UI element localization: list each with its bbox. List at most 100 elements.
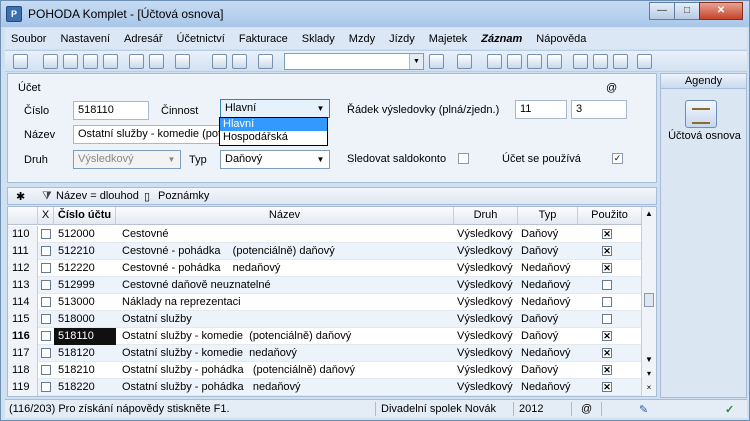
back-icon[interactable] <box>175 54 190 69</box>
cinnost-select[interactable]: Hlavní ▼ <box>220 99 330 118</box>
used-checkbox[interactable] <box>602 314 612 324</box>
scroll-thumb[interactable] <box>644 293 654 307</box>
druh-select[interactable]: Výsledkový ▼ <box>73 150 181 169</box>
row-checkbox[interactable] <box>41 246 51 256</box>
save-icon[interactable] <box>212 54 227 69</box>
email-icon[interactable]: @ <box>581 403 592 415</box>
email-icon[interactable]: @ <box>606 82 617 94</box>
new-record-icon[interactable] <box>129 54 144 69</box>
radek-full-field[interactable]: 11 <box>515 100 567 119</box>
row-checkbox[interactable] <box>41 263 51 273</box>
row-checkbox[interactable] <box>41 229 51 239</box>
vertical-scrollbar[interactable]: ▲ ▼ ▾ × <box>641 207 656 396</box>
menu-napoveda[interactable]: Nápověda <box>536 33 586 45</box>
save-all-icon[interactable] <box>232 54 247 69</box>
option-hospodarska[interactable]: Hospodářská <box>220 131 327 144</box>
used-checkbox[interactable] <box>602 297 612 307</box>
tab-all[interactable]: ✱ <box>16 190 25 203</box>
scroll-down-icon[interactable]: ▼ <box>642 355 656 364</box>
menu-sklady[interactable]: Sklady <box>302 33 335 45</box>
table-row[interactable]: 110 512000 Cestovné Výsledkový Daňový ✕ <box>8 226 642 243</box>
table-icon[interactable] <box>507 54 522 69</box>
menu-majetek[interactable]: Majetek <box>429 33 468 45</box>
pouziva-checkbox[interactable]: ✓ <box>612 153 623 164</box>
agendy-item-label[interactable]: Účtová osnova <box>661 130 748 142</box>
window-icon[interactable] <box>613 54 628 69</box>
column-header-typ[interactable]: Typ <box>518 207 578 225</box>
table-row-selected[interactable]: 116 518110 Ostatní služby - komedie (pot… <box>8 328 642 345</box>
used-checkbox[interactable]: ✕ <box>602 246 612 256</box>
row-checkbox[interactable] <box>41 365 51 375</box>
menu-zaznam[interactable]: Záznam <box>481 33 522 45</box>
scroll-end-icon[interactable]: × <box>642 383 656 392</box>
used-checkbox[interactable]: ✕ <box>602 331 612 341</box>
column-header-nazev[interactable]: Název <box>116 207 454 225</box>
used-checkbox[interactable]: ✕ <box>602 382 612 392</box>
nazev-field[interactable]: Ostatní služby - komedie (pote <box>73 125 221 144</box>
window-icon[interactable] <box>593 54 608 69</box>
chart-of-accounts-icon[interactable] <box>685 100 717 128</box>
option-hlavni[interactable]: Hlavní <box>220 118 327 131</box>
title-bar[interactable]: P POHODA Komplet - [Účtová osnova] — □ ✕ <box>1 1 749 27</box>
used-checkbox[interactable]: ✕ <box>602 229 612 239</box>
menu-jizdy[interactable]: Jízdy <box>389 33 415 45</box>
filter-icon[interactable] <box>429 54 444 69</box>
row-checkbox[interactable] <box>41 382 51 392</box>
scroll-up-icon[interactable]: ▲ <box>642 209 656 218</box>
table-row[interactable]: 112 512220 Cestovné - pohádka nedaňový V… <box>8 260 642 277</box>
used-checkbox[interactable]: ✕ <box>602 348 612 358</box>
cislo-field[interactable]: 518110 <box>73 101 149 120</box>
column-header-druh[interactable]: Druh <box>454 207 518 225</box>
column-header-x[interactable]: X <box>38 207 54 225</box>
menu-ucetnictvi[interactable]: Účetnictví <box>177 33 225 45</box>
toolbar-icon[interactable] <box>149 54 164 69</box>
close-button[interactable]: ✕ <box>699 2 743 20</box>
menu-nastaveni[interactable]: Nastavení <box>60 33 110 45</box>
calculator-icon[interactable] <box>547 54 562 69</box>
folder-icon[interactable] <box>457 54 472 69</box>
toolbar-icon[interactable] <box>13 54 28 69</box>
used-checkbox[interactable] <box>602 280 612 290</box>
minimize-button[interactable]: — <box>649 2 675 20</box>
typ-select[interactable]: Daňový ▼ <box>220 150 330 169</box>
table-row[interactable]: 115 518000 Ostatní služby Výsledkový Daň… <box>8 311 642 328</box>
table-row[interactable]: 111 512210 Cestovné - pohádka (potenciál… <box>8 243 642 260</box>
pen-icon[interactable]: ✎ <box>639 403 648 416</box>
table-row[interactable]: 113 512999 Cestovné daňově neuznatelné V… <box>8 277 642 294</box>
row-checkbox[interactable] <box>41 348 51 358</box>
row-checkbox[interactable] <box>41 331 51 341</box>
table-row[interactable]: 117 518120 Ostatní služby - komedie neda… <box>8 345 642 362</box>
page-down-icon[interactable]: ▾ <box>642 369 656 378</box>
table-icon[interactable] <box>527 54 542 69</box>
chevron-down-icon[interactable]: ▼ <box>409 54 423 69</box>
saldo-checkbox[interactable] <box>458 153 469 164</box>
print-icon[interactable] <box>63 54 78 69</box>
row-checkbox[interactable] <box>41 280 51 290</box>
column-header-pouzito[interactable]: Použito <box>578 207 642 225</box>
copy-icon[interactable] <box>258 54 273 69</box>
preview-icon[interactable] <box>83 54 98 69</box>
row-checkbox[interactable] <box>41 314 51 324</box>
menu-fakturace[interactable]: Fakturace <box>239 33 288 45</box>
table-row[interactable]: 118 518210 Ostatní služby - pohádka (pot… <box>8 362 642 379</box>
table-row[interactable]: 119 518220 Ostatní služby - pohádka neda… <box>8 379 642 396</box>
settings-icon[interactable] <box>637 54 652 69</box>
tab-filter[interactable]: Název = dlouhod <box>56 190 139 202</box>
tab-notes[interactable]: Poznámky <box>158 190 209 202</box>
menu-adresar[interactable]: Adresář <box>124 33 163 45</box>
maximize-button[interactable]: □ <box>674 2 700 20</box>
toolbar-icon[interactable] <box>103 54 118 69</box>
radek-simple-field[interactable]: 3 <box>571 100 627 119</box>
window-icon[interactable] <box>573 54 588 69</box>
menu-mzdy[interactable]: Mzdy <box>349 33 375 45</box>
menu-soubor[interactable]: Soubor <box>11 33 46 45</box>
used-checkbox[interactable]: ✕ <box>602 263 612 273</box>
toolbar-icon[interactable] <box>43 54 58 69</box>
row-checkbox[interactable] <box>41 297 51 307</box>
toolbar-icon[interactable] <box>487 54 502 69</box>
chevron-down-icon: ▼ <box>167 155 176 164</box>
used-checkbox[interactable]: ✕ <box>602 365 612 375</box>
quick-search-combo[interactable]: ▼ <box>284 53 424 70</box>
column-header-cislo[interactable]: Číslo účtu <box>54 207 116 225</box>
table-row[interactable]: 114 513000 Náklady na reprezentaci Výsle… <box>8 294 642 311</box>
